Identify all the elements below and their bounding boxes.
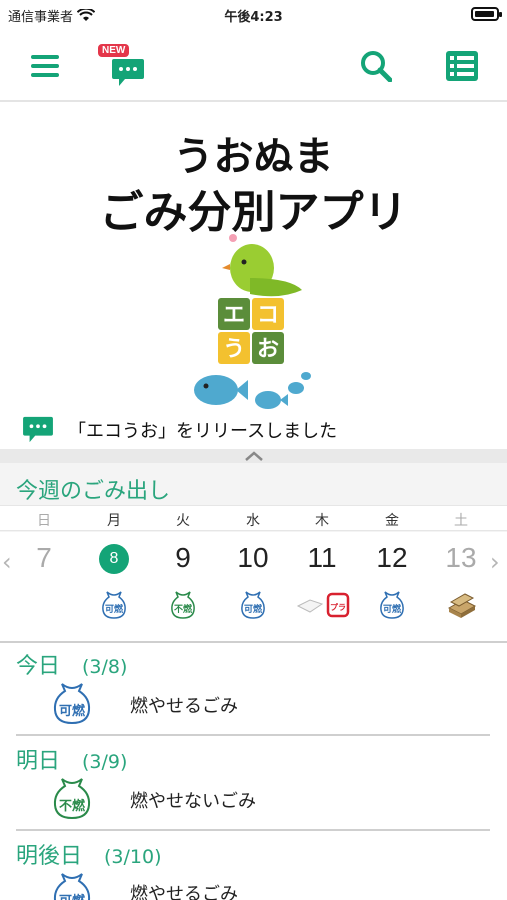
week-section: 今週のごみ出し 日 月 火 水 木 金 土 ‹ › 7 8 9 10 11 12… <box>0 463 507 641</box>
news-text: 「エコうお」をリリースしました <box>68 421 338 442</box>
burnable-bag-icon: 可燃 <box>241 591 265 619</box>
svg-text:不燃: 不燃 <box>59 798 86 814</box>
app-title-line1: うおぬま <box>173 134 334 180</box>
week-title: 今週のごみ出し <box>16 479 171 504</box>
schedule-item-label[interactable]: 燃やせるごみ <box>130 880 238 900</box>
section-divider <box>0 641 507 643</box>
mascot-char-u: う <box>223 337 245 362</box>
mascot-char-ko: コ <box>257 303 279 328</box>
prev-week-arrow[interactable]: ‹ <box>2 548 12 576</box>
weekday-label: 水 <box>246 513 260 529</box>
schedule-item-label[interactable]: 燃やせないごみ <box>130 787 256 813</box>
nonburnable-bag-icon: 不燃 <box>171 591 195 619</box>
mascot-char-e: エ <box>223 303 245 328</box>
list-button[interactable] <box>436 40 488 92</box>
schedule-item-label[interactable]: 燃やせるごみ <box>130 692 238 718</box>
burnable-bag-icon: 可燃 <box>53 873 91 900</box>
nonburnable-bag-icon: 不燃 <box>53 778 91 820</box>
burnable-bag-icon: 可燃 <box>53 683 91 725</box>
svg-text:可燃: 可燃 <box>244 603 263 615</box>
chat-bubble-icon <box>23 416 53 443</box>
date-13[interactable]: 13 <box>431 542 491 574</box>
date-11[interactable]: 11 <box>292 542 352 574</box>
collapse-handle[interactable] <box>0 449 507 463</box>
search-button[interactable] <box>350 40 402 92</box>
weekday-label: 月 <box>107 513 121 529</box>
news-button[interactable]: NEW <box>98 40 158 92</box>
paper-bundle-icon: 古紙 <box>447 593 477 618</box>
schedule-day-label: 明日 <box>16 749 61 774</box>
plastic-icon: プラ <box>296 592 350 618</box>
svg-text:可燃: 可燃 <box>59 703 86 719</box>
date-9[interactable]: 9 <box>153 542 213 574</box>
chat-bubble-icon <box>112 59 144 86</box>
row-divider <box>16 734 490 736</box>
search-icon <box>361 51 392 82</box>
date-10[interactable]: 10 <box>223 542 283 574</box>
weekday-label: 火 <box>176 513 190 529</box>
schedule-date-label: (3/10) <box>104 846 162 868</box>
svg-text:不燃: 不燃 <box>174 603 193 615</box>
date-7[interactable]: 7 <box>14 542 74 574</box>
status-bar: 通信事業者 午後4:23 <box>0 0 507 30</box>
date-8-today[interactable]: 8 <box>99 544 129 574</box>
hamburger-icon <box>31 55 59 77</box>
status-time: 午後4:23 <box>224 10 283 25</box>
weekday-header: 日 月 火 水 木 金 土 <box>0 505 507 531</box>
schedule-date-label: (3/9) <box>82 751 128 773</box>
svg-text:プラ: プラ <box>330 602 346 612</box>
svg-text:可燃: 可燃 <box>105 603 124 615</box>
list-icon <box>446 51 478 81</box>
schedule-heading-day-after: 明後日 (3/10) <box>16 838 162 870</box>
schedule-heading-tomorrow: 明日 (3/9) <box>16 743 127 775</box>
next-week-arrow[interactable]: › <box>490 548 500 576</box>
weekday-label: 日 <box>37 513 51 529</box>
battery-icon <box>471 7 502 21</box>
menu-button[interactable] <box>19 40 71 92</box>
mascot-illustration: エ コ う お <box>194 234 311 409</box>
weekday-label: 木 <box>315 513 329 529</box>
news-item[interactable]: 「エコうお」をリリースしました <box>22 416 337 444</box>
schedule-heading-today: 今日 (3/8) <box>16 648 127 680</box>
date-12[interactable]: 12 <box>362 542 422 574</box>
hero: うおぬま ごみ分別アプリ エ コ う お 「エコうお」をリリースしました <box>0 104 507 450</box>
weekday-label: 金 <box>385 513 399 529</box>
row-divider <box>16 829 490 831</box>
burnable-bag-icon: 可燃 <box>380 591 404 619</box>
new-badge: NEW <box>98 44 130 57</box>
chevron-up-icon <box>245 451 263 461</box>
mascot-char-o: お <box>257 337 279 362</box>
toolbar: NEW <box>0 30 507 102</box>
schedule-day-label: 今日 <box>16 654 61 679</box>
weekday-label: 土 <box>454 513 468 529</box>
schedule-date-label: (3/8) <box>82 656 128 678</box>
schedule-day-label: 明後日 <box>16 844 83 869</box>
week-dates: ‹ › 7 8 9 10 11 12 13 可燃 不燃 可燃 プラ 可燃 <box>0 532 507 641</box>
burnable-bag-icon: 可燃 <box>102 591 126 619</box>
svg-text:可燃: 可燃 <box>59 893 86 900</box>
svg-text:可燃: 可燃 <box>383 603 402 615</box>
